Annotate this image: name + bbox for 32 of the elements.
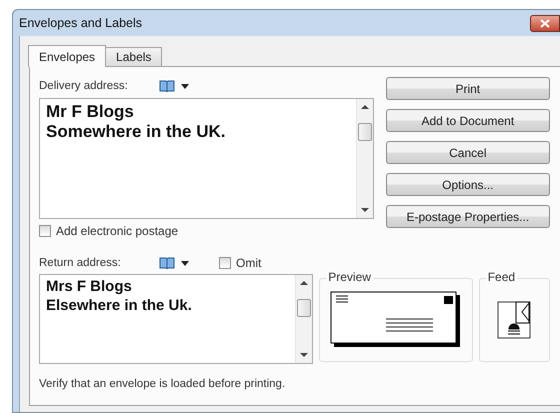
checkbox[interactable] <box>39 225 51 237</box>
dialog-button[interactable]: Add to Document <box>386 109 550 132</box>
address-book-icon[interactable] <box>159 80 189 92</box>
status-text: Verify that an envelope is loaded before printing. <box>39 378 286 390</box>
checkbox-label[interactable]: Add electronic postage <box>56 224 178 238</box>
tab[interactable]: Labels <box>105 47 162 66</box>
scroll-down-icon[interactable] <box>300 353 308 358</box>
scroll-thumb[interactable] <box>358 123 372 141</box>
address-book-icon[interactable] <box>159 257 189 269</box>
tab[interactable]: Envelopes <box>28 45 106 67</box>
scroll-up-icon[interactable] <box>300 280 308 285</box>
return-address-field[interactable]: Mrs F Blogs Elsewhere in the Uk. <box>39 274 314 364</box>
field-label: Delivery address: <box>39 80 129 92</box>
close-button[interactable] <box>530 14 560 32</box>
envelope-feed-icon <box>497 301 532 339</box>
dialog-button[interactable]: E-postage Properties... <box>386 205 550 228</box>
checkbox-label[interactable]: Omit <box>236 256 262 270</box>
window-title: Envelopes and Labels <box>19 16 142 30</box>
scrollbar[interactable] <box>295 275 312 363</box>
group-label: Preview <box>326 270 373 284</box>
scrollbar[interactable] <box>356 99 373 218</box>
scroll-thumb[interactable] <box>297 299 312 317</box>
field-label: Return address: <box>39 257 122 269</box>
checkbox[interactable] <box>219 257 231 269</box>
scroll-down-icon[interactable] <box>360 208 369 213</box>
delivery-address-field[interactable]: Mr F Blogs Somewhere in the UK. <box>39 98 374 219</box>
scroll-up-icon[interactable] <box>360 104 369 109</box>
close-icon[interactable] <box>540 18 550 28</box>
dialog-button[interactable]: Cancel <box>386 141 550 164</box>
group-label: Feed <box>486 270 518 284</box>
dialog-button[interactable]: Print <box>386 77 550 100</box>
dialog-button[interactable]: Options... <box>386 173 550 196</box>
